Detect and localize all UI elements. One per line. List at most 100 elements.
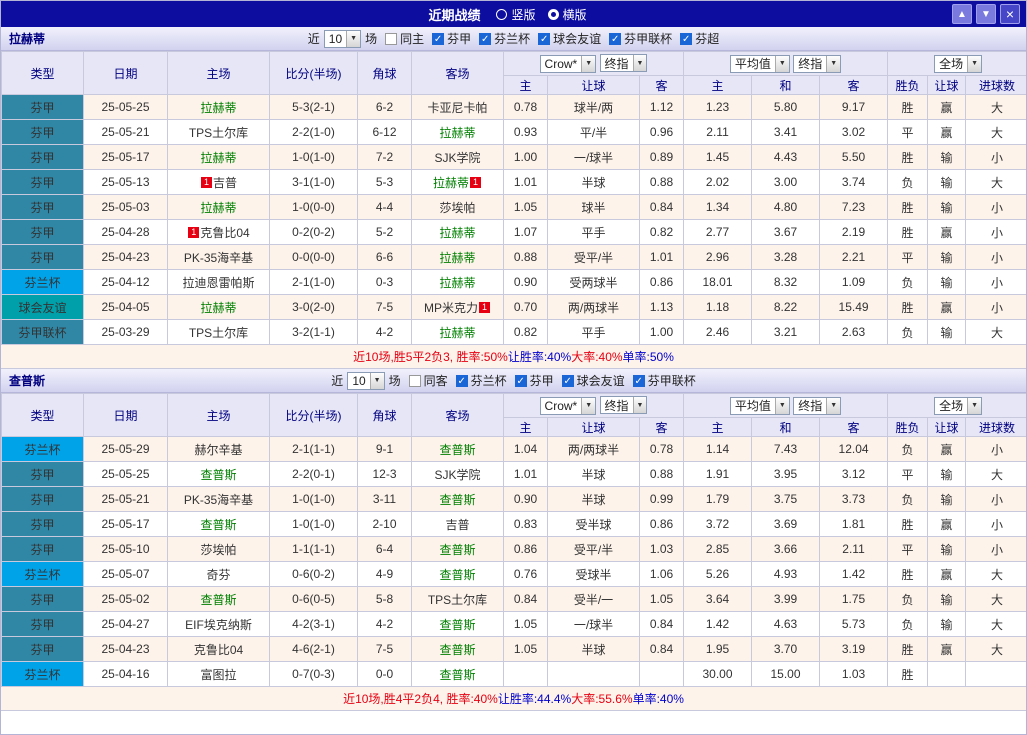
match-date: 25-05-21 bbox=[83, 119, 168, 145]
away-team-link[interactable]: 查普斯 bbox=[411, 661, 504, 687]
home-team-link[interactable]: 1 吉普 bbox=[167, 169, 270, 195]
away-team-link[interactable]: 查普斯 bbox=[411, 536, 504, 562]
match-score: 1-1(1-1) bbox=[269, 536, 358, 562]
avg-away-value: 5.73 bbox=[819, 611, 889, 637]
competition-type: 芬甲 bbox=[1, 461, 84, 487]
filter-checkbox-0-4[interactable]: ✓ 芬甲联杯 bbox=[609, 30, 672, 47]
odds-away-value: 1.12 bbox=[638, 94, 685, 120]
filter-checkbox-0-3[interactable]: ✓ 球会友谊 bbox=[538, 30, 601, 47]
avg-home-value: 2.85 bbox=[683, 536, 753, 562]
away-team-link[interactable]: MP米克力 1 bbox=[411, 294, 504, 320]
odds-time-select[interactable]: 终指 ▼ bbox=[599, 54, 648, 73]
checked-checkbox-icon: ✓ bbox=[514, 374, 527, 387]
home-team-link[interactable]: 拉赫蒂 bbox=[167, 144, 270, 170]
away-team-link[interactable]: 拉赫蒂 bbox=[411, 269, 504, 295]
avg-away-value: 12.04 bbox=[819, 436, 889, 462]
corner-count: 6-2 bbox=[357, 94, 412, 120]
average-select[interactable]: 平均值 ▼ bbox=[729, 396, 790, 415]
away-team-link[interactable]: 拉赫蒂 bbox=[411, 244, 504, 270]
home-team-link[interactable]: 莎埃帕 bbox=[167, 536, 270, 562]
home-team-link[interactable]: 克鲁比04 bbox=[167, 636, 270, 662]
home-team-link[interactable]: 查普斯 bbox=[167, 511, 270, 537]
select-value: Crow* bbox=[544, 398, 578, 413]
home-team-link[interactable]: 查普斯 bbox=[167, 461, 270, 487]
scope-select[interactable]: 全场 ▼ bbox=[934, 54, 983, 73]
scope-header-group: 全场 ▼ bbox=[887, 393, 1026, 418]
home-team-link[interactable]: 富图拉 bbox=[167, 661, 270, 687]
home-team-link[interactable]: 赫尔辛基 bbox=[167, 436, 270, 462]
corner-count: 6-6 bbox=[357, 244, 412, 270]
match-score: 2-2(1-0) bbox=[269, 119, 358, 145]
away-team-link[interactable]: 查普斯 bbox=[411, 561, 504, 587]
filter-checkbox-1-4[interactable]: ✓ 芬甲联杯 bbox=[632, 372, 696, 389]
close-button[interactable]: × bbox=[1000, 4, 1020, 24]
home-team-link[interactable]: TPS土尔库 bbox=[167, 319, 270, 345]
home-team-link[interactable]: EIF埃克纳斯 bbox=[167, 611, 270, 637]
home-team-link[interactable]: 拉赫蒂 bbox=[167, 294, 270, 320]
col-corner: 角球 bbox=[357, 393, 412, 437]
select-value: 全场 bbox=[939, 399, 964, 413]
scroll-down-button[interactable]: ▼ bbox=[976, 4, 996, 24]
down-arrow-icon: ▼ bbox=[981, 8, 991, 20]
home-team-link[interactable]: 拉赫蒂 bbox=[167, 94, 270, 120]
filter-checkbox-1-2[interactable]: ✓ 芬甲 bbox=[514, 372, 554, 389]
radio-horizontal-layout[interactable]: 横版 bbox=[547, 6, 587, 23]
match-date: 25-04-05 bbox=[83, 294, 168, 320]
team-link-label: 克鲁比04 bbox=[193, 642, 244, 657]
away-team-link[interactable]: 拉赫蒂 bbox=[411, 219, 504, 245]
avg-time-select[interactable]: 终指 ▼ bbox=[793, 396, 842, 415]
scroll-up-button[interactable]: ▲ bbox=[952, 4, 972, 24]
away-team-link[interactable]: 查普斯 bbox=[411, 611, 504, 637]
average-select[interactable]: 平均值 ▼ bbox=[729, 54, 790, 73]
match-count-select[interactable]: 10 ▼ bbox=[323, 29, 362, 48]
away-team-link[interactable]: 查普斯 bbox=[411, 636, 504, 662]
odds-handicap-line: 受半/一 bbox=[547, 586, 640, 612]
matches-body: 芬兰杯 25-05-29 赫尔辛基 2-1(1-1) 9-1 查普斯 1.04 两/两球半 0.… bbox=[1, 436, 1026, 687]
home-team-link[interactable]: 拉赫蒂 bbox=[167, 194, 270, 220]
radio-vertical-layout[interactable]: 竖版 bbox=[496, 6, 536, 23]
filter-checkbox-1-0[interactable]: 同客 bbox=[408, 372, 448, 389]
away-team-link[interactable]: 查普斯 bbox=[411, 436, 504, 462]
filter-checkbox-0-5[interactable]: ✓ 芬超 bbox=[680, 30, 719, 47]
avg-away-value: 7.23 bbox=[819, 194, 889, 220]
away-team-link[interactable]: SJK学院 bbox=[411, 461, 504, 487]
home-team-link[interactable]: TPS土尔库 bbox=[167, 119, 270, 145]
away-team-link[interactable]: 拉赫蒂 bbox=[411, 319, 504, 345]
home-team-link[interactable]: 查普斯 bbox=[167, 586, 270, 612]
filter-checkbox-0-1[interactable]: ✓ 芬甲 bbox=[432, 30, 471, 47]
avg-away-value: 3.02 bbox=[819, 119, 889, 145]
team-link-label: 拉赫蒂 bbox=[439, 250, 476, 265]
filter-checkbox-1-1[interactable]: ✓ 芬兰杯 bbox=[455, 372, 507, 389]
home-team-link[interactable]: PK-35海辛基 bbox=[167, 486, 270, 512]
match-count-select[interactable]: 10 ▼ bbox=[347, 371, 385, 390]
odds-home-value: 1.04 bbox=[503, 436, 548, 462]
team-link-label: 卡亚尼卡帕 bbox=[427, 100, 488, 115]
away-team-link[interactable]: 卡亚尼卡帕 bbox=[411, 94, 504, 120]
filter-checkbox-0-0[interactable]: 同主 bbox=[385, 30, 424, 47]
avg-time-select[interactable]: 终指 ▼ bbox=[793, 54, 842, 73]
home-team-link[interactable]: 拉迪恩雷帕斯 bbox=[167, 269, 270, 295]
away-team-link[interactable]: 查普斯 bbox=[411, 486, 504, 512]
scope-select[interactable]: 全场 ▼ bbox=[934, 396, 983, 415]
odds-time-select[interactable]: 终指 ▼ bbox=[599, 396, 648, 415]
bookmaker-select[interactable]: Crow* ▼ bbox=[539, 396, 597, 415]
home-team-link[interactable]: PK-35海辛基 bbox=[167, 244, 270, 270]
away-team-link[interactable]: 莎埃帕 bbox=[411, 194, 504, 220]
odds-home-value: 1.05 bbox=[503, 636, 548, 662]
scope-header-group: 全场 ▼ bbox=[887, 51, 1026, 76]
away-team-link[interactable]: TPS土尔库 bbox=[411, 586, 504, 612]
away-team-link[interactable]: 拉赫蒂 1 bbox=[411, 169, 504, 195]
avg-home-value: 1.18 bbox=[683, 294, 753, 320]
home-team-link[interactable]: 1 克鲁比04 bbox=[167, 219, 270, 245]
avg-away-value: 1.75 bbox=[819, 586, 889, 612]
filter-checkbox-1-3[interactable]: ✓ 球会友谊 bbox=[561, 372, 625, 389]
up-arrow-icon: ▲ bbox=[957, 8, 967, 20]
filter-checkbox-0-2[interactable]: ✓ 芬兰杯 bbox=[479, 30, 530, 47]
away-team-link[interactable]: SJK学院 bbox=[411, 144, 504, 170]
odds-home-value bbox=[503, 661, 548, 687]
away-team-link[interactable]: 拉赫蒂 bbox=[411, 119, 504, 145]
bookmaker-select[interactable]: Crow* ▼ bbox=[539, 54, 597, 73]
competition-type: 芬甲 bbox=[1, 511, 84, 537]
home-team-link[interactable]: 奇芬 bbox=[167, 561, 270, 587]
away-team-link[interactable]: 吉普 bbox=[411, 511, 504, 537]
